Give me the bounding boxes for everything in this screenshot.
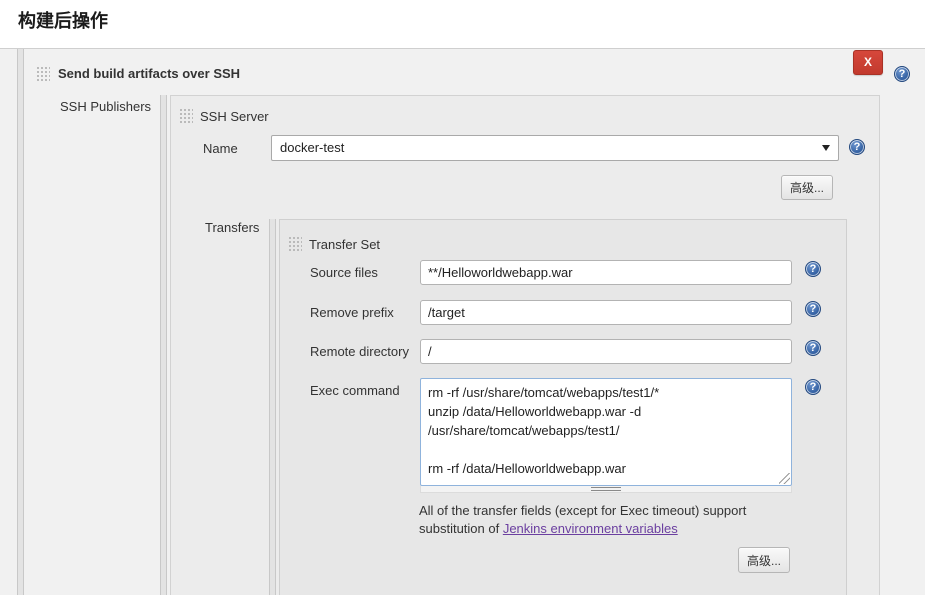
delete-section-button[interactable]: X [853, 50, 883, 75]
chevron-down-icon [822, 145, 830, 151]
textarea-resize-grip-icon[interactable] [779, 473, 790, 484]
exec-command-label: Exec command [310, 383, 400, 398]
transfer-advanced-button[interactable]: 高级... [738, 547, 790, 573]
jenkins-env-vars-link[interactable]: Jenkins environment variables [503, 521, 678, 536]
server-advanced-button[interactable]: 高级... [781, 175, 833, 200]
transfers-drag-bar[interactable] [269, 219, 276, 595]
publishers-drag-bar[interactable] [160, 95, 167, 595]
section-title: Send build artifacts over SSH [58, 66, 240, 81]
exec-command-help-icon[interactable]: ? [805, 379, 821, 395]
transfer-set-drag-handle-icon[interactable] [288, 236, 302, 251]
transfer-set-title: Transfer Set [309, 237, 380, 252]
textarea-drag-bar[interactable] [420, 486, 792, 493]
remote-directory-help-icon[interactable]: ? [805, 340, 821, 356]
remove-prefix-label: Remove prefix [310, 305, 394, 320]
remove-prefix-help-icon[interactable]: ? [805, 301, 821, 317]
section-drag-bar[interactable] [17, 49, 24, 595]
source-files-input[interactable] [420, 260, 792, 285]
source-files-help-icon[interactable]: ? [805, 261, 821, 277]
remote-directory-input[interactable] [420, 339, 792, 364]
remote-directory-label: Remote directory [310, 344, 409, 359]
source-files-label: Source files [310, 265, 378, 280]
ssh-server-panel: SSH Server Name docker-test ? 高级... Tran… [170, 95, 880, 595]
section-drag-handle-icon[interactable] [36, 66, 50, 81]
jenkins-config-page: 构建后操作 Send build artifacts over SSH X ? … [0, 0, 925, 595]
remove-prefix-input[interactable] [420, 300, 792, 325]
transfers-label: Transfers [205, 220, 259, 235]
exec-command-textarea[interactable]: rm -rf /usr/share/tomcat/webapps/test1/*… [420, 378, 792, 486]
name-label: Name [203, 141, 238, 156]
ssh-server-drag-handle-icon[interactable] [179, 108, 193, 123]
name-help-icon[interactable]: ? [849, 139, 865, 155]
transfer-set-panel: Transfer Set Source files ? Remove prefi… [279, 219, 847, 595]
textarea-drag-handle-icon [591, 487, 621, 491]
ssh-server-title: SSH Server [200, 109, 269, 124]
transfer-fields-note: All of the transfer fields (except for E… [419, 502, 779, 537]
section-help-icon[interactable]: ? [894, 66, 910, 82]
ssh-server-name-value: docker-test [280, 140, 344, 155]
ssh-publishers-label: SSH Publishers [60, 99, 151, 114]
page-title: 构建后操作 [18, 7, 108, 33]
ssh-server-name-select[interactable]: docker-test [271, 135, 839, 161]
